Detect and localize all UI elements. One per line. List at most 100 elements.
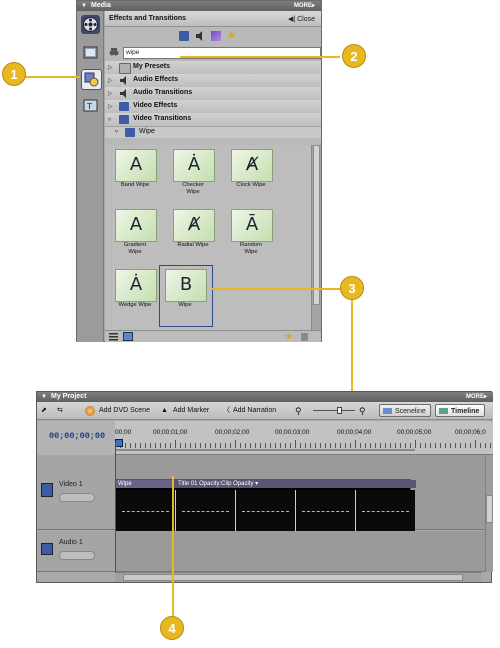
- audio-filter-icon[interactable]: [195, 31, 205, 41]
- video-filter-icon[interactable]: [179, 31, 189, 41]
- more-menu-button[interactable]: MORE▸: [466, 392, 487, 402]
- microphone-icon: 〈: [223, 407, 230, 414]
- playhead-line: [115, 442, 116, 572]
- expand-arrow-icon[interactable]: ▷: [108, 90, 113, 97]
- ruler-tick: [350, 443, 351, 448]
- transition-radial-wipe[interactable]: Ⱥ Radial Wipe: [167, 209, 219, 265]
- time-ruler[interactable]: 00;00 00;00;01;00 00;00;02;00 00;00;03;0…: [115, 421, 493, 455]
- transition-checker-wipe[interactable]: Ȧ Checker Wipe: [167, 149, 219, 205]
- effects-title: Effects and Transitions: [109, 15, 187, 22]
- close-button[interactable]: ◀| Close: [288, 15, 315, 23]
- work-area-bar[interactable]: [115, 449, 415, 451]
- subcategory-label: Wipe: [139, 128, 155, 135]
- sceneline-button[interactable]: Sceneline: [379, 404, 431, 417]
- expand-arrow-icon[interactable]: ▷: [108, 77, 113, 84]
- add-narration-button[interactable]: Add Narration: [233, 405, 276, 417]
- transitions-scrollbar[interactable]: [311, 145, 321, 330]
- trash-icon[interactable]: [301, 333, 308, 341]
- ruler-label: 00;00;02;00: [215, 429, 250, 436]
- speaker-icon[interactable]: [41, 543, 53, 555]
- ruler-tick: [490, 443, 491, 448]
- playhead-handle[interactable]: [115, 439, 123, 447]
- transition-filter-icon[interactable]: [211, 31, 221, 41]
- timeline-vertical-scrollbar[interactable]: [485, 455, 493, 572]
- ruler-tick: [125, 443, 126, 448]
- more-menu-button[interactable]: MORE▸: [294, 1, 315, 11]
- current-timecode[interactable]: 00;00;00;00: [49, 431, 105, 441]
- add-dvd-scene-button[interactable]: Add DVD Scene: [99, 405, 150, 417]
- video-track-area[interactable]: Wipe Title 01 Opacity:Clip Opacity ▾: [115, 455, 485, 535]
- film-icon: [125, 128, 135, 137]
- ruler-tick: [405, 443, 406, 448]
- category-label: Video Effects: [133, 102, 178, 109]
- wipe-transition-block[interactable]: Wipe: [116, 480, 174, 488]
- ruler-tick: [260, 443, 261, 448]
- transition-wedge-wipe[interactable]: Ȧ Wedge Wipe: [109, 269, 161, 325]
- effects-bottom-bar: ★: [105, 330, 321, 342]
- selection-tool-icon[interactable]: ⬈: [41, 405, 47, 417]
- transition-band-wipe[interactable]: A Band Wipe: [109, 149, 161, 205]
- ruler-tick: [465, 443, 466, 448]
- collapse-arrow-icon[interactable]: ▿: [108, 116, 111, 123]
- transition-random-wipe[interactable]: Ā Random Wipe: [225, 209, 277, 265]
- zoom-slider-track[interactable]: [313, 410, 355, 411]
- transition-gradient-wipe[interactable]: A Gradient Wipe: [109, 209, 161, 265]
- ruler-tick: [375, 443, 376, 448]
- collapse-triangle-icon[interactable]: ▼: [41, 392, 47, 402]
- media-title: Media: [91, 2, 111, 9]
- expand-arrow-icon[interactable]: ▷: [108, 64, 113, 71]
- scrollbar-thumb[interactable]: [123, 574, 463, 581]
- ruler-tick: [215, 443, 216, 448]
- zoom-slider-handle[interactable]: [337, 407, 342, 414]
- category-video-effects[interactable]: ▷ Video Effects: [105, 100, 321, 114]
- keyframe-controls[interactable]: [59, 551, 95, 560]
- ruler-tick: [290, 443, 291, 448]
- ruler-tick: [155, 443, 156, 448]
- media-reel-icon[interactable]: [81, 15, 100, 34]
- video-clip[interactable]: Wipe Title 01 Opacity:Clip Opacity ▾: [115, 479, 416, 535]
- scrollbar-thumb[interactable]: [486, 495, 493, 523]
- timeline-button[interactable]: Timeline: [435, 404, 485, 417]
- film-icon: [119, 102, 129, 111]
- collapse-triangle-icon[interactable]: ▼: [81, 1, 87, 11]
- ruler-tick: [450, 443, 451, 448]
- transition-wipe[interactable]: B Wipe: [159, 269, 211, 325]
- ruler-tick: [425, 443, 426, 448]
- clip-title-bar[interactable]: Title 01 Opacity:Clip Opacity ▾: [172, 480, 416, 488]
- scrollbar-thumb[interactable]: [313, 145, 320, 305]
- ruler-tick: [145, 443, 146, 448]
- category-my-presets[interactable]: ▷ My Presets: [105, 61, 321, 75]
- transition-clock-wipe[interactable]: Ⱥ Clock Wipe: [225, 149, 277, 205]
- expand-arrow-icon[interactable]: ▷: [108, 103, 113, 110]
- ruler-tick: [315, 443, 316, 448]
- collapse-arrow-icon[interactable]: ▿: [115, 128, 118, 135]
- project-media-icon[interactable]: [81, 43, 100, 62]
- subcategory-wipe[interactable]: ▿ Wipe: [105, 127, 321, 138]
- favorites-star-icon[interactable]: ★: [227, 31, 237, 41]
- audio-track-area[interactable]: [115, 531, 485, 572]
- thumbnail-view-icon[interactable]: [123, 332, 133, 341]
- transition-thumbnail: Ȧ: [173, 149, 215, 182]
- keyframe-controls[interactable]: [59, 493, 95, 502]
- ruler-tick: [385, 443, 386, 448]
- project-panel: ▼ My Project MORE▸ ⬈ ⇆ Add DVD Scene ▲ A…: [36, 391, 493, 583]
- film-icon: [119, 115, 129, 124]
- ruler-tick: [395, 443, 396, 448]
- ruler-tick: [445, 443, 446, 448]
- zoom-out-icon[interactable]: ⚲: [295, 405, 302, 417]
- effects-transitions-icon[interactable]: [81, 69, 102, 90]
- video-track-icon[interactable]: [41, 483, 53, 497]
- transition-label: Random Wipe: [240, 242, 262, 255]
- category-video-transitions[interactable]: ▿ Video Transitions: [105, 113, 321, 127]
- callout-1-leader: [22, 76, 80, 78]
- timeline-horizontal-scrollbar[interactable]: [115, 572, 481, 582]
- time-stretch-icon[interactable]: ⇆: [57, 405, 63, 417]
- category-label: Video Transitions: [133, 115, 192, 122]
- list-view-icon[interactable]: [109, 333, 118, 341]
- category-audio-effects[interactable]: ▷ Audio Effects: [105, 74, 321, 88]
- zoom-in-icon[interactable]: ⚲: [359, 405, 366, 417]
- titles-icon[interactable]: T: [81, 96, 100, 115]
- favorites-star-icon[interactable]: ★: [285, 331, 293, 342]
- category-audio-transitions[interactable]: ▷ Audio Transitions: [105, 87, 321, 101]
- add-marker-button[interactable]: Add Marker: [173, 405, 209, 417]
